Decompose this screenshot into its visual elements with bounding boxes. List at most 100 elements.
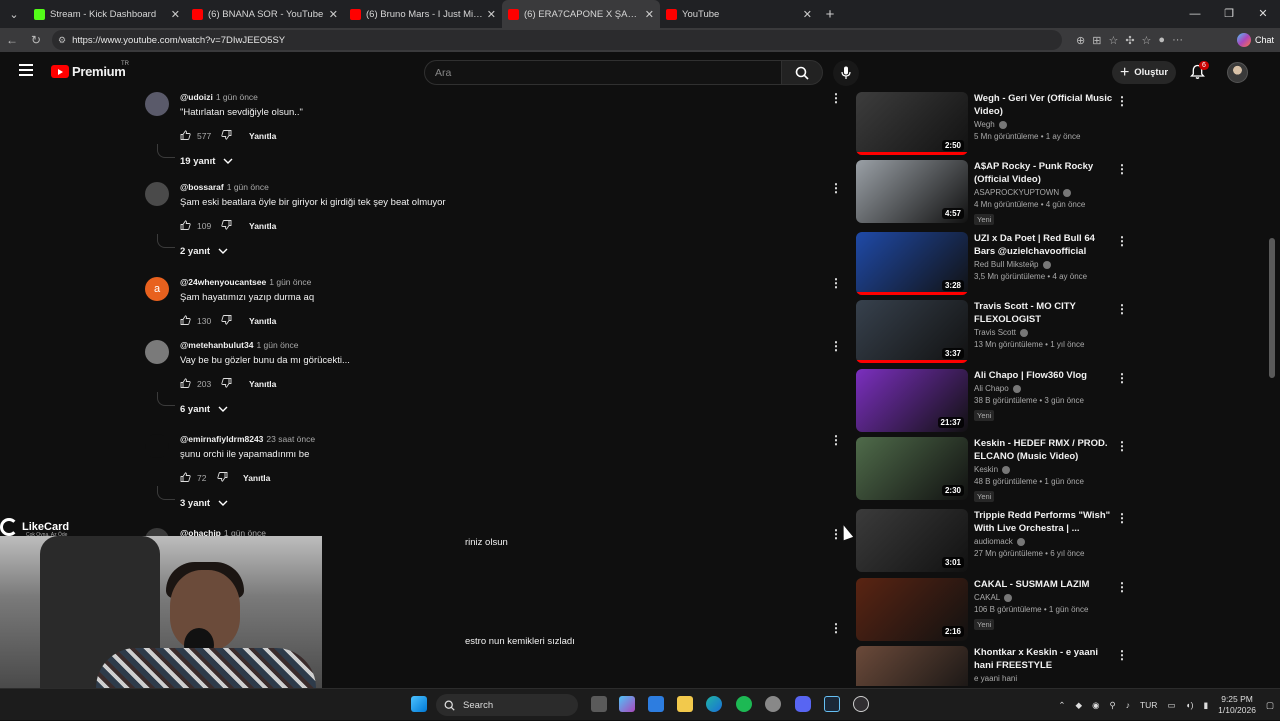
- comment-avatar[interactable]: a: [145, 277, 169, 301]
- video-title[interactable]: A$AP Rocky - Punk Rocky (Official Video): [974, 160, 1118, 186]
- video-more-icon[interactable]: ⋮: [1116, 439, 1128, 453]
- view-replies-button[interactable]: 2 yanıt: [180, 246, 800, 257]
- like-icon[interactable]: [180, 130, 192, 142]
- obs-icon[interactable]: [853, 696, 869, 712]
- recommended-video[interactable]: 3:37 Travis Scott - MO CITY FLEXOLOGIST Tr…: [856, 300, 1132, 364]
- browser-tab[interactable]: Stream - Kick Dashboard ✕: [28, 0, 186, 28]
- favorite-icon[interactable]: ☆: [1108, 34, 1118, 47]
- channel-name[interactable]: ASAPROCKYUPTOWN: [974, 188, 1059, 197]
- comment-author[interactable]: @metehanbulut34: [180, 340, 253, 350]
- video-title[interactable]: Trippie Redd Performs "Wish" With Live O…: [974, 509, 1118, 535]
- video-thumbnail[interactable]: [856, 646, 968, 686]
- comment-avatar[interactable]: [145, 182, 169, 206]
- recommended-video[interactable]: 2:16 CAKAL - SUSMAM LAZIM CAKAL 106 B görün…: [856, 578, 1132, 642]
- video-thumbnail[interactable]: 2:30: [856, 437, 968, 500]
- comment-more-icon[interactable]: ⋮: [830, 92, 842, 104]
- tray-mic-icon[interactable]: ♪: [1126, 700, 1130, 710]
- tray-battery-icon[interactable]: ▮: [1203, 700, 1208, 711]
- browser-tab[interactable]: (6) Bruno Mars - I Just Might [Offic ✕: [344, 0, 502, 28]
- dislike-icon[interactable]: [221, 315, 233, 327]
- search-button[interactable]: [781, 60, 823, 85]
- recommended-video[interactable]: Khontkar x Keskin - e yaani hani FREESTY…: [856, 646, 1132, 686]
- dislike-icon[interactable]: [221, 220, 233, 232]
- recommended-video[interactable]: 3:01 Trippie Redd Performs "Wish" With Li…: [856, 509, 1132, 573]
- recommended-video[interactable]: 4:57 A$AP Rocky - Punk Rocky (Official Vi…: [856, 160, 1132, 225]
- tab-close-icon[interactable]: ✕: [645, 8, 654, 21]
- page-scrollbar[interactable]: [1268, 92, 1276, 686]
- comment-avatar[interactable]: [145, 92, 169, 116]
- channel-name[interactable]: Ali Chapo: [974, 384, 1009, 393]
- browser-tab[interactable]: YouTube ✕: [660, 0, 818, 28]
- search-input[interactable]: Ara: [424, 60, 782, 85]
- video-title[interactable]: Wegh - Geri Ver (Official Music Video): [974, 92, 1118, 118]
- back-icon[interactable]: ←: [0, 33, 24, 47]
- like-icon[interactable]: [180, 378, 192, 390]
- video-thumbnail[interactable]: 2:50: [856, 92, 968, 155]
- recommended-video[interactable]: 2:50 Wegh - Geri Ver (Official Music Vide…: [856, 92, 1132, 156]
- video-thumbnail[interactable]: 4:57: [856, 160, 968, 223]
- scrollbar-thumb[interactable]: [1269, 238, 1275, 378]
- start-icon[interactable]: [411, 696, 427, 712]
- browser-tab[interactable]: (6) BNANA SOR - YouTube ✕: [186, 0, 344, 28]
- channel-name[interactable]: Travis Scott: [974, 328, 1016, 337]
- video-thumbnail[interactable]: 21:37: [856, 369, 968, 432]
- video-more-icon[interactable]: ⋮: [1116, 648, 1128, 662]
- recommended-video[interactable]: 2:30 Keskin - HEDEF RMX / PROD. ELCANO (M…: [856, 437, 1132, 502]
- system-clock[interactable]: 9:25 PM 1/10/2026: [1218, 694, 1256, 716]
- reply-button[interactable]: Yanıtla: [243, 473, 270, 483]
- reply-button[interactable]: Yanıtla: [249, 131, 276, 141]
- url-field[interactable]: ⚙ https://www.youtube.com/watch?v=7DIwJE…: [52, 30, 1062, 50]
- video-more-icon[interactable]: ⋮: [1116, 234, 1128, 248]
- comment-author[interactable]: @emirnafiyldrm8243: [180, 434, 263, 444]
- dislike-icon[interactable]: [221, 130, 233, 142]
- new-tab-button[interactable]: +: [818, 6, 842, 23]
- video-more-icon[interactable]: ⋮: [1116, 302, 1128, 316]
- steam-icon[interactable]: [824, 696, 840, 712]
- video-thumbnail[interactable]: 3:01: [856, 509, 968, 572]
- tray-steam-icon[interactable]: ◉: [1092, 700, 1099, 711]
- video-more-icon[interactable]: ⋮: [1116, 94, 1128, 108]
- comment-more-icon[interactable]: ⋮: [830, 277, 842, 289]
- file-explorer-icon[interactable]: [677, 696, 693, 712]
- tray-overflow-icon[interactable]: ⌃: [1058, 700, 1065, 711]
- video-more-icon[interactable]: ⋮: [1116, 371, 1128, 385]
- video-title[interactable]: Khontkar x Keskin - e yaani hani FREESTY…: [974, 646, 1118, 672]
- video-title[interactable]: Ali Chapo | Flow360 Vlog: [974, 369, 1118, 382]
- create-button[interactable]: + Oluştur: [1112, 61, 1176, 84]
- comment-more-icon[interactable]: ⋮: [830, 340, 842, 352]
- translate-icon[interactable]: ⊕: [1076, 34, 1085, 47]
- tab-close-icon[interactable]: ✕: [171, 8, 180, 21]
- youtube-premium-logo[interactable]: Premium TR: [51, 61, 129, 79]
- video-more-icon[interactable]: ⋮: [1116, 162, 1128, 176]
- spotify-icon[interactable]: [736, 696, 752, 712]
- view-replies-button[interactable]: 3 yanıt: [180, 498, 800, 509]
- account-avatar[interactable]: [1227, 62, 1248, 83]
- channel-name[interactable]: CAKAL: [974, 593, 1000, 602]
- dislike-icon[interactable]: [221, 378, 233, 390]
- dislike-icon[interactable]: [217, 472, 229, 484]
- video-more-icon[interactable]: ⋮: [1116, 511, 1128, 525]
- copilot-app-icon[interactable]: [619, 696, 635, 712]
- comment-more-icon[interactable]: ⋮: [830, 182, 842, 194]
- copilot-chat-button[interactable]: Chat: [1236, 30, 1274, 50]
- store-icon[interactable]: [648, 696, 664, 712]
- like-icon[interactable]: [180, 472, 192, 484]
- channel-name[interactable]: Keskin: [974, 465, 998, 474]
- minimize-icon[interactable]: —: [1178, 0, 1212, 28]
- video-thumbnail[interactable]: 2:16: [856, 578, 968, 641]
- close-icon[interactable]: ✕: [1246, 0, 1280, 28]
- extensions-icon[interactable]: ✣: [1125, 34, 1134, 47]
- reply-button[interactable]: Yanıtla: [249, 379, 276, 389]
- tray-volume-icon[interactable]: ◖): [1185, 700, 1193, 710]
- comment-time[interactable]: 1 gün önce: [227, 182, 269, 192]
- more-icon[interactable]: ···: [1172, 34, 1183, 47]
- apps-icon[interactable]: ⊞: [1092, 34, 1101, 47]
- comment-more-icon[interactable]: ⋮: [830, 434, 842, 446]
- like-icon[interactable]: [180, 315, 192, 327]
- comment-more-icon[interactable]: ⋮: [830, 622, 842, 634]
- comment-avatar[interactable]: [145, 434, 169, 458]
- settings-icon[interactable]: [765, 696, 781, 712]
- tab-close-icon[interactable]: ✕: [487, 8, 496, 21]
- comment-time[interactable]: 1 gün önce: [216, 92, 258, 102]
- tray-display-icon[interactable]: ▭: [1167, 700, 1175, 711]
